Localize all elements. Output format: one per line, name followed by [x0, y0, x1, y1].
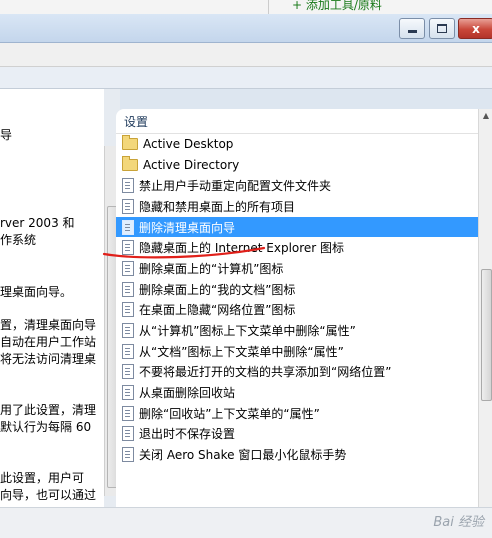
menu-bar [0, 43, 492, 67]
description-line: 将无法访问清理桌 [0, 352, 97, 366]
policy-setting-icon [122, 405, 134, 421]
editor-content: 导 rver 2003 和 作系统 理桌面向导。 置，清理桌面向导 自动在用户工… [0, 89, 492, 507]
description-line: 作系统 [0, 233, 37, 247]
window-title-bar: x [0, 14, 492, 43]
settings-folder-item[interactable]: Active Desktop [116, 134, 478, 155]
settings-item-label: 删除清理桌面向导 [139, 220, 236, 235]
description-line: 理桌面向导。 [0, 285, 73, 299]
description-line: 向导，也可以通过 [0, 488, 97, 502]
policy-setting-icon [122, 302, 134, 318]
settings-item-label: 关闭 Aero Shake 窗口最小化鼠标手势 [139, 448, 347, 463]
settings-policy-item[interactable]: 退出时不保存设置 [116, 424, 478, 445]
policy-setting-icon [122, 385, 134, 401]
settings-policy-item[interactable]: 关闭 Aero Shake 窗口最小化鼠标手势 [116, 444, 478, 465]
description-line: 置，清理桌面向导 [0, 318, 97, 332]
settings-items: Active Desktop Active Directory 禁止用户手动重定向配… [116, 134, 478, 465]
policy-setting-icon [122, 219, 134, 235]
policy-setting-icon [122, 178, 134, 194]
settings-policy-item[interactable]: 删除桌面上的“我的文档”图标 [116, 279, 478, 300]
settings-policy-item[interactable]: 删除“回收站”上下文菜单的“属性” [116, 403, 478, 424]
settings-policy-item[interactable]: 隐藏和禁用桌面上的所有项目 [116, 196, 478, 217]
description-line: 导 [0, 128, 13, 142]
policy-setting-icon [122, 426, 134, 442]
description-line: 此设置，用户可 [0, 471, 85, 485]
maximize-button[interactable] [429, 18, 455, 39]
settings-item-label: 删除桌面上的“我的文档”图标 [139, 282, 296, 297]
settings-folder-item[interactable]: Active Directory [116, 155, 478, 176]
settings-policy-item[interactable]: 删除清理桌面向导 [116, 216, 478, 238]
minimize-icon [407, 30, 417, 33]
folder-icon [122, 135, 138, 151]
settings-scroll-thumb[interactable] [481, 269, 492, 401]
policy-setting-icon [122, 281, 134, 297]
policy-setting-icon [122, 198, 134, 214]
settings-item-label: 从“文档”图标上下文菜单中删除“属性” [139, 344, 344, 359]
settings-header-label: 设置 [124, 115, 149, 129]
settings-item-label: 不要将最近打开的文档的共享添加到“网络位置” [139, 365, 392, 380]
close-icon: x [472, 21, 480, 36]
divider [268, 0, 269, 14]
description-line: 用了此设置，清理 [0, 403, 97, 417]
description-line: 默认行为每隔 60 [0, 420, 92, 434]
description-line: 自动在用户工作站 [0, 335, 97, 349]
maximize-icon [437, 24, 447, 33]
settings-item-label: 在桌面上隐藏“网络位置”图标 [139, 303, 296, 318]
settings-policy-item[interactable]: 从桌面删除回收站 [116, 382, 478, 403]
settings-policy-item[interactable]: 删除桌面上的“计算机”图标 [116, 258, 478, 279]
settings-item-label: 隐藏桌面上的 Internet Explorer 图标 [139, 241, 345, 256]
policy-setting-icon [122, 260, 134, 276]
close-button[interactable]: x [458, 18, 492, 39]
minimize-button[interactable] [399, 18, 425, 39]
policy-setting-icon [122, 447, 134, 463]
policy-setting-icon [122, 364, 134, 380]
settings-item-label: 隐藏和禁用桌面上的所有项目 [139, 199, 296, 214]
settings-list: 设置 Active Desktop Active Directory 禁止用户手动重… [116, 109, 478, 507]
settings-item-label: 从“计算机”图标上下文菜单中删除“属性” [139, 324, 356, 339]
description-line: rver 2003 和 [0, 216, 75, 230]
policy-setting-icon [122, 323, 134, 339]
toolbar [0, 67, 492, 89]
description-pane: 导 rver 2003 和 作系统 理桌面向导。 置，清理桌面向导 自动在用户工… [0, 89, 104, 507]
folder-icon [122, 156, 138, 172]
policy-setting-icon [122, 343, 134, 359]
status-bar: Bai 经验 [0, 507, 492, 538]
watermark: Bai 经验 [433, 515, 484, 530]
settings-policy-item[interactable]: 不要将最近打开的文档的共享添加到“网络位置” [116, 362, 478, 383]
settings-policy-item[interactable]: 隐藏桌面上的 Internet Explorer 图标 [116, 237, 478, 258]
background-window-strip: + 添加工具/原料 [0, 0, 492, 15]
settings-item-label: 删除桌面上的“计算机”图标 [139, 261, 284, 276]
settings-item-label: 删除“回收站”上下文菜单的“属性” [139, 406, 320, 421]
settings-item-label: 禁止用户手动重定向配置文件文件夹 [139, 179, 332, 194]
settings-item-label: 从桌面删除回收站 [139, 386, 236, 401]
policy-setting-icon [122, 240, 134, 256]
scroll-up-arrow-icon[interactable]: ▲ [481, 111, 491, 123]
settings-scrollbar[interactable]: ▲ [478, 109, 492, 507]
settings-policy-item[interactable]: 从“文档”图标上下文菜单中删除“属性” [116, 341, 478, 362]
settings-policy-item[interactable]: 从“计算机”图标上下文菜单中删除“属性” [116, 320, 478, 341]
settings-column-header[interactable]: 设置 [116, 109, 478, 134]
settings-item-label: Active Directory [143, 158, 240, 173]
settings-policy-item[interactable]: 禁止用户手动重定向配置文件文件夹 [116, 175, 478, 196]
settings-policy-item[interactable]: 在桌面上隐藏“网络位置”图标 [116, 300, 478, 321]
settings-item-label: Active Desktop [143, 137, 234, 152]
settings-item-label: 退出时不保存设置 [139, 427, 236, 442]
add-tools-link[interactable]: + 添加工具/原料 [292, 0, 382, 13]
